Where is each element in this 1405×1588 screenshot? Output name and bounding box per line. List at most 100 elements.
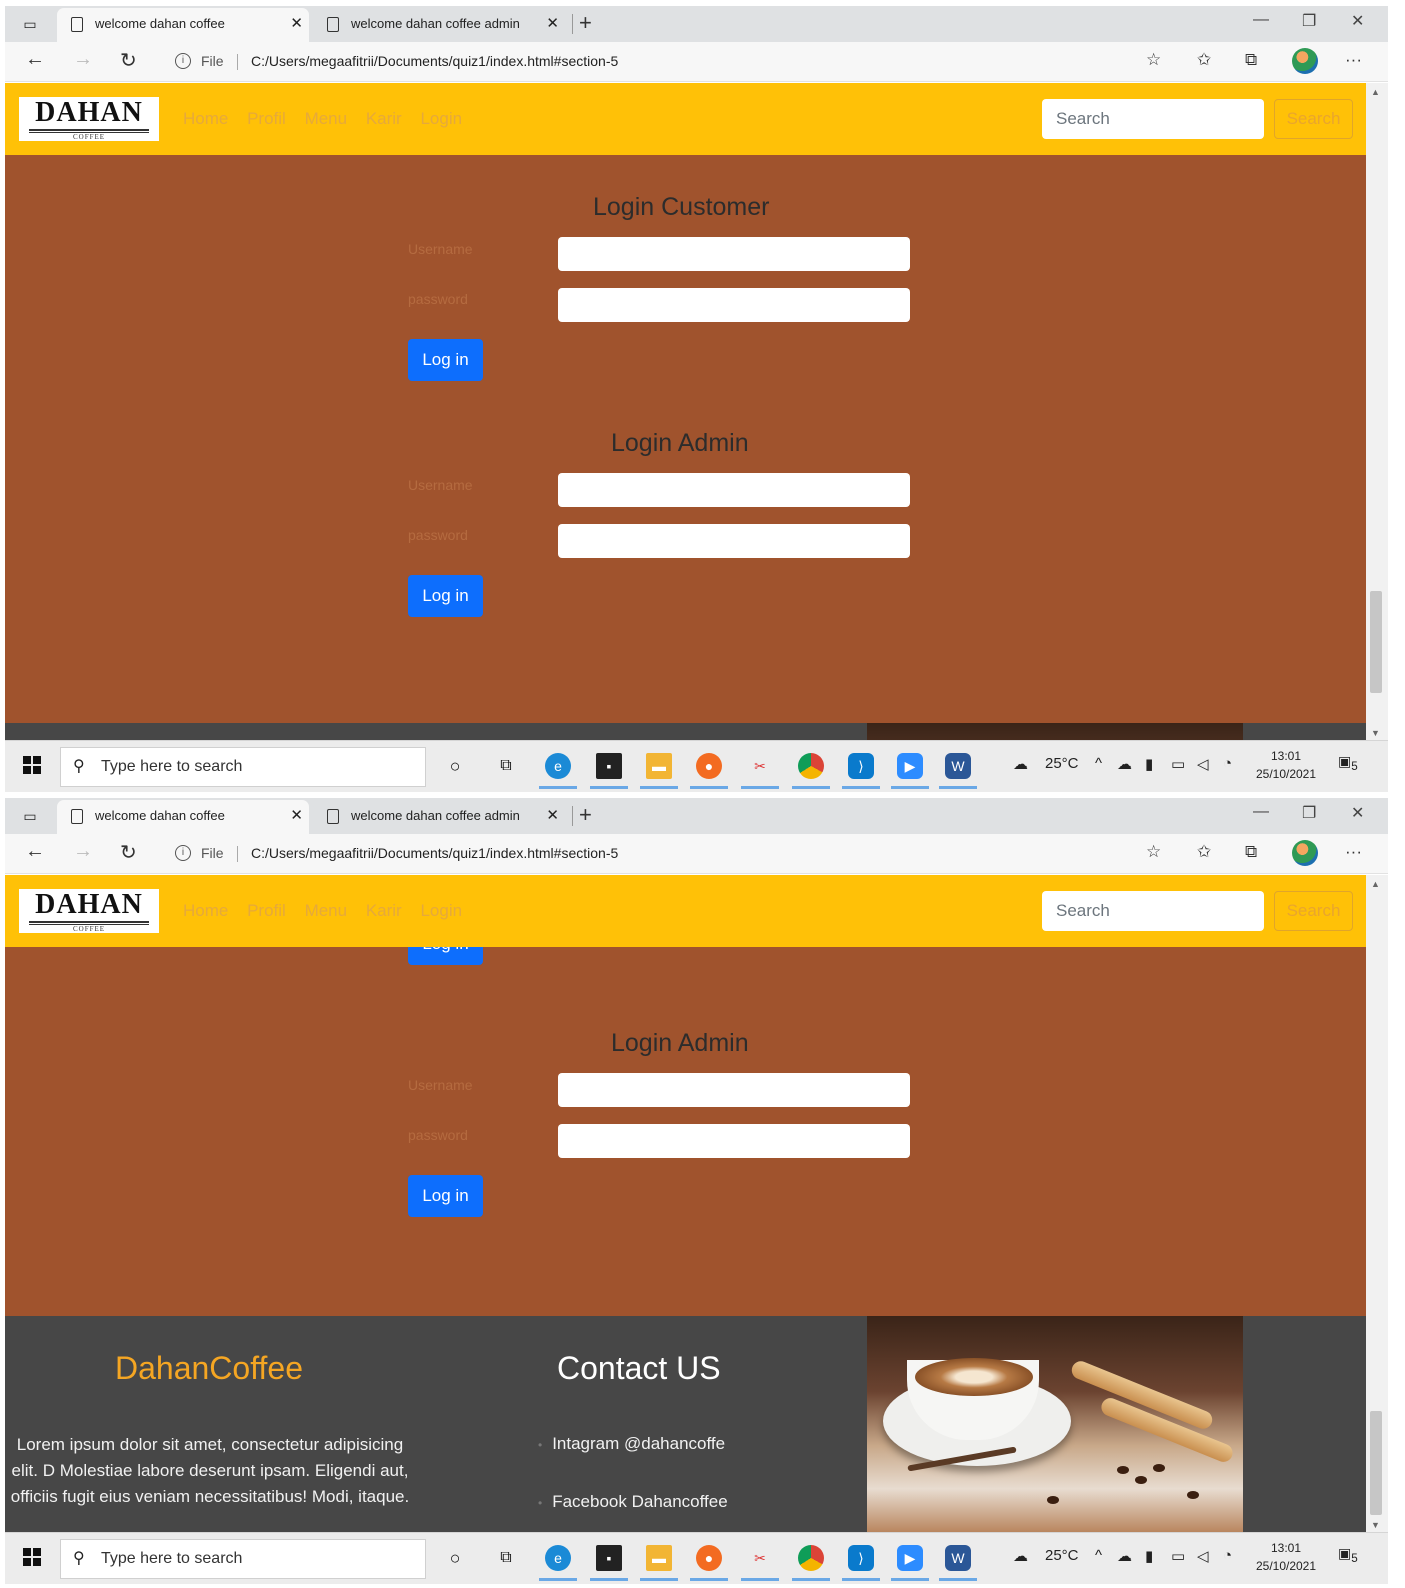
snipping-tool-icon[interactable]: ✂ xyxy=(741,1545,779,1581)
more-icon[interactable]: ··· xyxy=(1345,50,1362,70)
close-icon[interactable]: ✕ xyxy=(546,800,559,832)
customer-username-field[interactable] xyxy=(558,237,910,271)
favorites-icon[interactable]: ✩ xyxy=(1197,842,1211,862)
file-explorer-icon[interactable]: ▬ xyxy=(640,753,678,789)
sticky-notes-icon[interactable]: ▪ xyxy=(590,1545,628,1581)
close-icon[interactable]: ✕ xyxy=(290,8,303,40)
onedrive-icon[interactable]: ☁ xyxy=(1117,1547,1132,1565)
contact-instagram[interactable]: Intagram @dahancoffe xyxy=(538,1434,728,1492)
restore-icon[interactable]: ❐ xyxy=(1302,803,1316,823)
chrome-icon[interactable] xyxy=(792,753,830,789)
cortana-icon[interactable]: ○ xyxy=(442,1545,468,1571)
zoom-icon[interactable]: ▶ xyxy=(891,1545,929,1581)
edge-icon[interactable]: e xyxy=(539,1545,577,1581)
system-clock[interactable]: 13:01 25/10/2021 xyxy=(1250,747,1322,783)
search-input[interactable] xyxy=(1042,99,1264,139)
tab-welcome-dahan-coffee-admin[interactable]: welcome dahan coffee admin ✕ xyxy=(313,800,565,834)
nav-link-login[interactable]: Login xyxy=(420,109,462,128)
profile-avatar[interactable] xyxy=(1292,840,1318,866)
nav-link-login[interactable]: Login xyxy=(420,901,462,920)
vscode-icon[interactable]: ⟩ xyxy=(842,1545,880,1581)
forward-icon[interactable]: → xyxy=(73,48,93,71)
brand-logo[interactable]: DAHAN COFFEE xyxy=(19,97,159,141)
task-view-icon[interactable]: ⧉ xyxy=(493,753,519,779)
new-tab-icon[interactable]: + xyxy=(579,802,592,828)
minimize-icon[interactable]: — xyxy=(1253,803,1269,821)
forward-icon[interactable]: → xyxy=(73,840,93,863)
wifi-icon[interactable]: ◔ xyxy=(1223,1547,1232,1564)
tray-chevron-icon[interactable]: ^ xyxy=(1095,1547,1102,1564)
weather-icon[interactable]: ☁ xyxy=(1013,755,1028,773)
onedrive-icon[interactable]: ☁ xyxy=(1117,755,1132,773)
system-clock[interactable]: 13:01 25/10/2021 xyxy=(1250,1539,1322,1575)
firefox-icon[interactable]: ● xyxy=(690,753,728,789)
add-favorite-icon[interactable]: ☆ xyxy=(1146,842,1161,862)
taskbar-search-input[interactable]: ⚲ Type here to search xyxy=(60,1539,426,1579)
microphone-icon[interactable]: ▮ xyxy=(1145,755,1153,773)
minimize-icon[interactable]: — xyxy=(1253,11,1269,29)
contact-facebook[interactable]: Facebook Dahancoffee xyxy=(538,1492,727,1532)
firefox-icon[interactable]: ● xyxy=(690,1545,728,1581)
refresh-icon[interactable]: ↻ xyxy=(120,48,137,73)
admin-username-field[interactable] xyxy=(558,1073,910,1107)
volume-icon[interactable]: ◁ xyxy=(1197,755,1209,773)
volume-icon[interactable]: ◁ xyxy=(1197,1547,1209,1565)
customer-login-button[interactable]: Log in xyxy=(408,339,483,381)
profile-avatar[interactable] xyxy=(1292,48,1318,74)
weather-temp[interactable]: 25°C xyxy=(1045,755,1079,772)
info-icon[interactable]: i xyxy=(175,845,191,861)
restore-icon[interactable]: ❐ xyxy=(1302,11,1316,31)
word-icon[interactable]: W xyxy=(939,753,977,789)
zoom-icon[interactable]: ▶ xyxy=(891,753,929,789)
snipping-tool-icon[interactable]: ✂ xyxy=(741,753,779,789)
new-tab-icon[interactable]: + xyxy=(579,10,592,36)
scroll-up-icon[interactable]: ▲ xyxy=(1371,87,1380,97)
nav-link-karir[interactable]: Karir xyxy=(366,901,402,920)
tab-actions-icon[interactable]: ▭ xyxy=(19,15,41,33)
back-icon[interactable]: ← xyxy=(25,48,45,71)
search-input[interactable] xyxy=(1042,891,1264,931)
nav-link-profil[interactable]: Profil xyxy=(247,109,286,128)
scroll-down-icon[interactable]: ▼ xyxy=(1371,1520,1380,1530)
add-favorite-icon[interactable]: ☆ xyxy=(1146,50,1161,70)
notification-icon[interactable]: ▣5 xyxy=(1338,753,1358,773)
scroll-down-icon[interactable]: ▼ xyxy=(1371,728,1380,738)
battery-icon[interactable]: ▭ xyxy=(1171,1547,1185,1565)
windows-start-icon[interactable] xyxy=(23,756,41,774)
back-icon[interactable]: ← xyxy=(25,840,45,863)
window-close-icon[interactable]: ✕ xyxy=(1351,803,1364,823)
file-explorer-icon[interactable]: ▬ xyxy=(640,1545,678,1581)
cortana-icon[interactable]: ○ xyxy=(442,753,468,779)
url-field[interactable]: i File C:/Users/megaafitrii/Documents/qu… xyxy=(165,838,1165,868)
scroll-thumb[interactable] xyxy=(1370,1411,1382,1515)
edge-icon[interactable]: e xyxy=(539,753,577,789)
favorites-icon[interactable]: ✩ xyxy=(1197,50,1211,70)
admin-username-field[interactable] xyxy=(558,473,910,507)
info-icon[interactable]: i xyxy=(175,53,191,69)
tab-welcome-dahan-coffee[interactable]: welcome dahan coffee ✕ xyxy=(57,8,309,42)
sticky-notes-icon[interactable]: ▪ xyxy=(590,753,628,789)
scroll-up-icon[interactable]: ▲ xyxy=(1371,879,1380,889)
taskbar-search-input[interactable]: ⚲ Type here to search xyxy=(60,747,426,787)
nav-link-home[interactable]: Home xyxy=(183,901,228,920)
refresh-icon[interactable]: ↻ xyxy=(120,840,137,865)
tray-chevron-icon[interactable]: ^ xyxy=(1095,755,1102,772)
collections-icon[interactable]: ⧉ xyxy=(1245,50,1257,70)
task-view-icon[interactable]: ⧉ xyxy=(493,1545,519,1571)
close-icon[interactable]: ✕ xyxy=(290,800,303,832)
battery-icon[interactable]: ▭ xyxy=(1171,755,1185,773)
word-icon[interactable]: W xyxy=(939,1545,977,1581)
collections-icon[interactable]: ⧉ xyxy=(1245,842,1257,862)
admin-login-button[interactable]: Log in xyxy=(408,575,483,617)
nav-link-menu[interactable]: Menu xyxy=(305,109,348,128)
wifi-icon[interactable]: ◔ xyxy=(1223,755,1232,772)
notification-icon[interactable]: ▣5 xyxy=(1338,1545,1358,1565)
admin-password-field[interactable] xyxy=(558,524,910,558)
weather-icon[interactable]: ☁ xyxy=(1013,1547,1028,1565)
windows-start-icon[interactable] xyxy=(23,1548,41,1566)
brand-logo[interactable]: DAHAN COFFEE xyxy=(19,889,159,933)
admin-login-button[interactable]: Log in xyxy=(408,1175,483,1217)
scroll-thumb[interactable] xyxy=(1370,591,1382,693)
admin-password-field[interactable] xyxy=(558,1124,910,1158)
vscode-icon[interactable]: ⟩ xyxy=(842,753,880,789)
